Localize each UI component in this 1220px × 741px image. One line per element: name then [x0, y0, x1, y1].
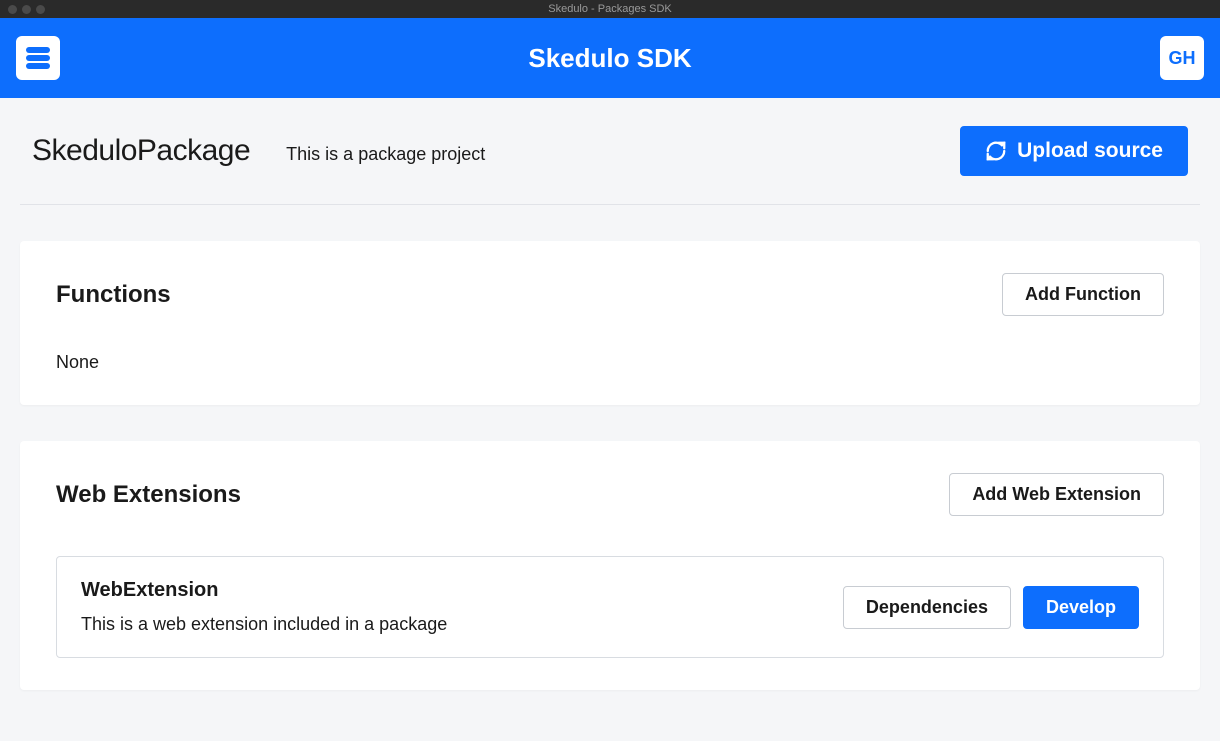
add-function-label: Add Function: [1025, 284, 1141, 305]
maximize-window-button[interactable]: [36, 5, 45, 14]
add-function-button[interactable]: Add Function: [1002, 273, 1164, 316]
add-web-extension-label: Add Web Extension: [972, 484, 1141, 505]
web-extensions-card-header: Web Extensions Add Web Extension: [56, 473, 1164, 516]
develop-label: Develop: [1046, 597, 1116, 618]
upload-source-button[interactable]: Upload source: [960, 126, 1188, 176]
extension-actions: Dependencies Develop: [843, 586, 1139, 629]
web-extensions-card: Web Extensions Add Web Extension WebExte…: [20, 441, 1200, 690]
functions-card: Functions Add Function None: [20, 241, 1200, 405]
package-header: SkeduloPackage This is a package project…: [20, 98, 1200, 205]
package-description: This is a package project: [286, 144, 485, 165]
traffic-lights: [8, 5, 45, 14]
app-logo[interactable]: [16, 36, 60, 80]
package-name: SkeduloPackage: [32, 134, 250, 168]
upload-source-label: Upload source: [1017, 139, 1163, 163]
functions-empty-state: None: [56, 352, 1164, 373]
web-extensions-title: Web Extensions: [56, 481, 241, 509]
dependencies-button[interactable]: Dependencies: [843, 586, 1011, 629]
extension-description: This is a web extension included in a pa…: [81, 614, 447, 635]
close-window-button[interactable]: [8, 5, 17, 14]
content-area: SkeduloPackage This is a package project…: [0, 98, 1220, 741]
extension-item: WebExtension This is a web extension inc…: [56, 556, 1164, 658]
dependencies-label: Dependencies: [866, 597, 988, 618]
app-header: Skedulo SDK GH: [0, 18, 1220, 98]
add-web-extension-button[interactable]: Add Web Extension: [949, 473, 1164, 516]
window-titlebar: Skedulo - Packages SDK: [0, 0, 1220, 18]
extension-name: WebExtension: [81, 579, 447, 602]
sync-icon: [985, 140, 1007, 162]
functions-title: Functions: [56, 281, 171, 309]
functions-card-header: Functions Add Function: [56, 273, 1164, 316]
package-header-info: SkeduloPackage This is a package project: [32, 134, 485, 168]
minimize-window-button[interactable]: [22, 5, 31, 14]
skedulo-logo-icon: [23, 43, 53, 73]
window-title: Skedulo - Packages SDK: [548, 3, 672, 15]
app-title: Skedulo SDK: [528, 43, 691, 74]
extension-info: WebExtension This is a web extension inc…: [81, 579, 447, 635]
develop-button[interactable]: Develop: [1023, 586, 1139, 629]
user-avatar[interactable]: GH: [1160, 36, 1204, 80]
